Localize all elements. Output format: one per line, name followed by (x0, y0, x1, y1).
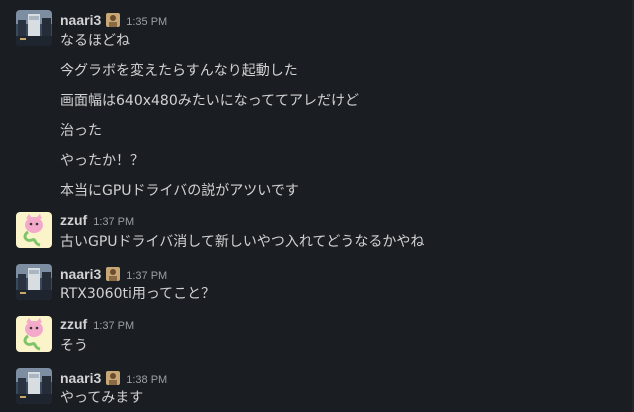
username[interactable]: zzuf (60, 212, 87, 228)
timestamp[interactable]: 1:37 PM (93, 216, 134, 228)
avatar-zzuf[interactable] (16, 212, 52, 248)
message-text: やったか！？ (60, 153, 144, 169)
timestamp[interactable]: 1:37 PM (126, 270, 167, 282)
status-emoji-icon[interactable] (106, 370, 121, 385)
status-emoji-icon[interactable] (106, 266, 121, 281)
timestamp[interactable]: 1:37 PM (93, 320, 134, 332)
character-icon (16, 212, 52, 248)
avatar-zzuf[interactable] (16, 316, 52, 352)
avatar-naari3[interactable] (16, 264, 52, 300)
username[interactable]: naari3 (60, 370, 101, 386)
message-text: 古いGPUドライバ消して新しいやつ入れてどうなるかやね (60, 234, 425, 250)
message-text: 画面幅は640x480みたいになっててアレだけど (60, 93, 360, 109)
message-text: 本当にGPUドライバの説がアツいです (60, 183, 299, 199)
message-text: なるほどね (60, 33, 130, 49)
avatar-naari3[interactable] (16, 10, 52, 46)
message-text: そう (60, 338, 88, 354)
city-photo-icon (16, 264, 52, 300)
avatar-naari3[interactable] (16, 368, 52, 404)
timestamp[interactable]: 1:35 PM (126, 16, 167, 28)
city-photo-icon (16, 10, 52, 46)
message-text: やってみます (60, 390, 144, 406)
city-photo-icon (16, 368, 52, 404)
message-text: RTX3060ti用ってこと？ (60, 286, 216, 302)
username[interactable]: naari3 (60, 266, 101, 282)
username[interactable]: naari3 (60, 12, 101, 28)
username[interactable]: zzuf (60, 316, 87, 332)
message-text: 治った (60, 123, 102, 139)
timestamp[interactable]: 1:38 PM (126, 374, 167, 386)
character-icon (16, 316, 52, 352)
status-emoji-icon[interactable] (106, 12, 121, 27)
message-text: 今グラボを変えたらすんなり起動した (60, 63, 298, 79)
message-list: naari3 1:35 PM なるほどね 今グラボを変えたらすんなり起動した 画… (0, 0, 634, 412)
